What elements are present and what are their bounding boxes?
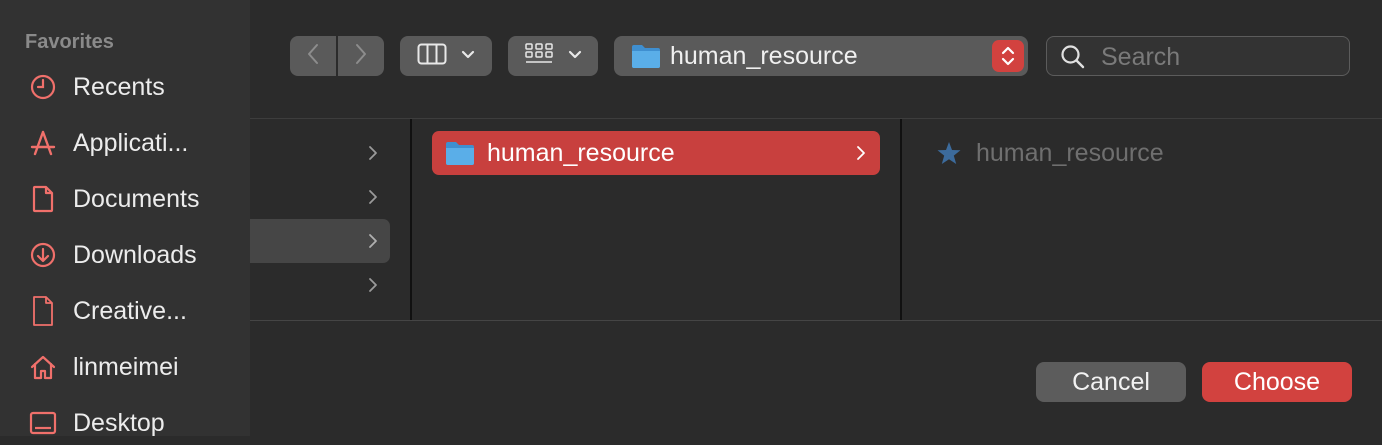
- sidebar-item-desktop[interactable]: Desktop: [0, 401, 250, 445]
- sidebar-item-label: Recents: [73, 72, 165, 101]
- home-icon: [29, 353, 57, 381]
- stepper-icon: [992, 40, 1024, 72]
- sidebar-item-label: Creative...: [73, 296, 187, 325]
- back-button[interactable]: [290, 36, 336, 76]
- file-icon: [29, 296, 57, 326]
- chevron-down-icon: [568, 47, 582, 65]
- sidebar-item-documents[interactable]: Documents: [0, 177, 250, 221]
- folder-icon: [445, 140, 475, 171]
- chevron-right-icon: [856, 145, 866, 166]
- search-input[interactable]: [1099, 41, 1333, 73]
- columns-view-icon: [417, 43, 447, 70]
- sidebar-item-downloads[interactable]: Downloads: [0, 233, 250, 277]
- chevron-right-icon: [368, 233, 378, 254]
- sidebar-item-label: Desktop: [73, 408, 165, 437]
- column-divider[interactable]: [900, 119, 902, 320]
- column-row-selected[interactable]: [250, 219, 390, 263]
- chevron-right-icon: [368, 145, 378, 166]
- chevron-left-icon: [306, 42, 320, 71]
- browser-divider: [250, 118, 1382, 119]
- chevron-right-icon: [368, 277, 378, 298]
- sidebar-item-recents[interactable]: Recents: [0, 65, 250, 109]
- sidebar-item-home[interactable]: linmeimei: [0, 345, 250, 389]
- sidebar-item-creative[interactable]: Creative...: [0, 289, 250, 333]
- sidebar-item-label: linmeimei: [73, 352, 179, 381]
- column-row[interactable]: [250, 131, 390, 175]
- chevron-right-icon: [354, 42, 368, 71]
- path-label: human_resource: [670, 42, 858, 70]
- column-row[interactable]: [250, 263, 390, 307]
- sidebar-heading: Favorites: [25, 31, 114, 53]
- column-row[interactable]: [250, 175, 390, 219]
- grid-icon: [524, 42, 554, 71]
- search-field[interactable]: [1046, 36, 1350, 76]
- folder-name: human_resource: [487, 139, 675, 167]
- chevron-down-icon: [461, 47, 475, 65]
- forward-button[interactable]: [338, 36, 384, 76]
- cancel-button[interactable]: Cancel: [1036, 362, 1186, 402]
- sidebar-item-label: Downloads: [73, 240, 197, 269]
- sidebar-item-applications[interactable]: Applicati...: [0, 121, 250, 165]
- download-icon: [29, 241, 57, 269]
- desktop-icon: [29, 409, 57, 437]
- chevron-right-icon: [368, 189, 378, 210]
- folder-icon: [631, 43, 661, 74]
- group-button[interactable]: [508, 36, 598, 76]
- document-icon: [29, 185, 57, 213]
- applications-icon: [29, 129, 57, 157]
- preview-label: human_resource: [976, 139, 1164, 167]
- browser-divider: [250, 320, 1382, 321]
- clock-icon: [29, 73, 57, 101]
- choose-button[interactable]: Choose: [1202, 362, 1352, 402]
- sidebar: Favorites Recents Applicati... Documents…: [0, 0, 250, 437]
- star-icon: [936, 140, 962, 171]
- view-mode-button[interactable]: [400, 36, 492, 76]
- folder-row-selected[interactable]: human_resource: [432, 131, 880, 175]
- search-icon: [1060, 44, 1086, 75]
- sidebar-item-label: Documents: [73, 184, 200, 213]
- sidebar-item-label: Applicati...: [73, 128, 189, 157]
- column-divider[interactable]: [410, 119, 412, 320]
- path-popup[interactable]: human_resource: [614, 36, 1028, 76]
